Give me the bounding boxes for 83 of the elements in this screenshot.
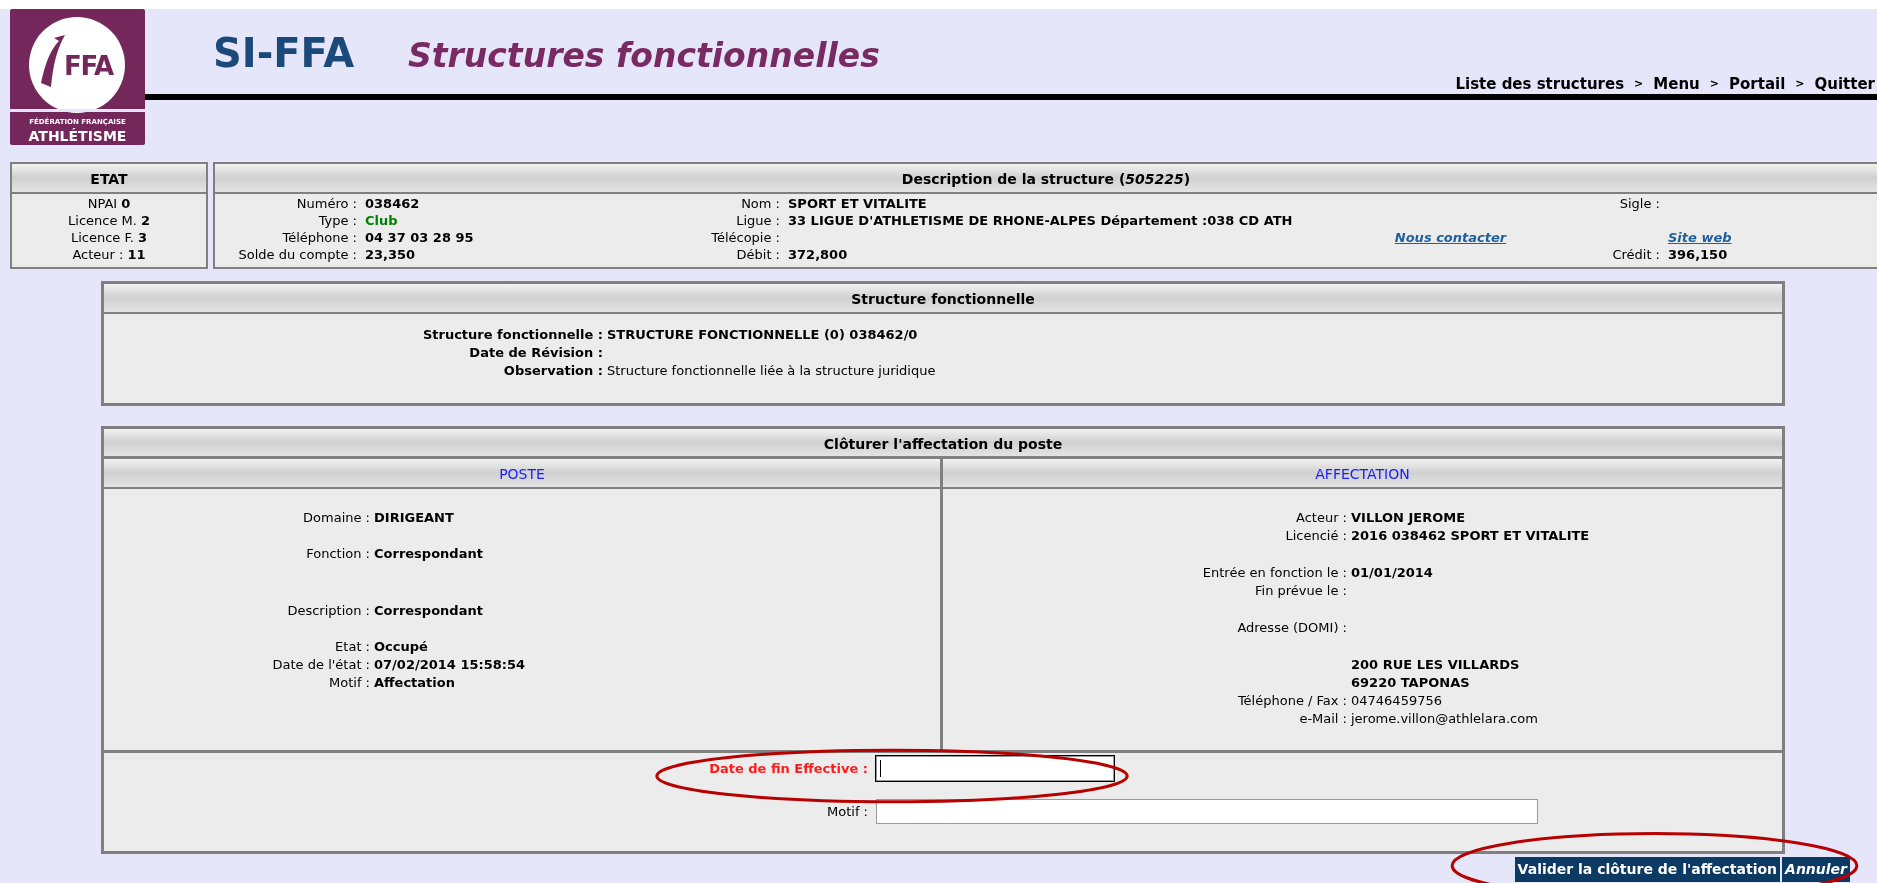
field-label: Adresse (DOMI) : (1236, 619, 1348, 637)
input-field[interactable] (876, 756, 1114, 781)
field-label: Date de l'état : (271, 656, 371, 674)
field-label: Licencié : (1284, 527, 1348, 545)
link[interactable]: Site web (1668, 230, 1732, 245)
field-value: 33 LIGUE D'ATHLETISME DE RHONE-ALPES Département :038 CD ATH (788, 212, 1294, 229)
field-value: 01/01/2014 (1351, 564, 1433, 582)
submit-button[interactable]: Valider la clôture de l'affectation (1514, 857, 1781, 882)
field-value: Correspondant (374, 545, 483, 563)
field-label: NPAI (87, 195, 118, 212)
nav-link[interactable]: Menu (1653, 73, 1700, 96)
field-value: jerome.villon@athlelara.com (1351, 710, 1538, 728)
field-label: Observation : (502, 362, 604, 380)
field-label: Domaine : (302, 509, 371, 527)
panel-header: Clôturer l'affectation du poste (104, 429, 1782, 459)
field-value: 2016 038462 SPORT ET VITALITE (1351, 527, 1590, 545)
field-value: 0 (121, 195, 131, 212)
field-value: 07/02/2014 15:58:54 (374, 656, 526, 674)
field-value: Occupé (374, 638, 428, 656)
field-label: Etat : (334, 638, 371, 656)
nav-separator: > (1634, 76, 1644, 92)
field-label: Acteur : (72, 246, 124, 263)
field-label: Nom : (740, 195, 781, 212)
app-title: SI-FFA (213, 29, 355, 78)
logo-emblem-icon (27, 15, 127, 115)
field-label: Motif : (328, 674, 371, 692)
cancel-button[interactable]: Annuler (1782, 857, 1850, 882)
field-label: Crédit : (1611, 246, 1661, 263)
link[interactable]: Nous contacter (1394, 230, 1507, 245)
logo-text: FFA (64, 50, 113, 83)
field-value: 396,150 (1668, 246, 1729, 263)
field-label: Débit : (735, 246, 781, 263)
field-value: 11 (127, 246, 146, 263)
field-label: Téléphone / Fax : (1236, 692, 1348, 710)
field-label: Ligue : (735, 212, 781, 229)
field-value: 038462 (365, 195, 421, 212)
nav-link[interactable]: Portail (1729, 73, 1786, 96)
section-header: POSTE (104, 459, 940, 489)
section-header: AFFECTATION (943, 459, 1782, 489)
nav-link[interactable]: Quitter (1814, 73, 1875, 96)
field-label: Date de fin Effective : (708, 759, 869, 778)
logo-text: ATHLÉTISME (27, 127, 128, 146)
field-value: 04 37 03 28 95 (365, 229, 475, 246)
field-label: Type : (317, 212, 358, 229)
nav-separator: > (1709, 76, 1719, 92)
field-value: 23,350 (365, 246, 417, 263)
field-value: 200 RUE LES VILLARDS (1351, 656, 1520, 674)
field-label: Fonction : (305, 545, 371, 563)
nav-separator: > (1795, 76, 1805, 92)
field-label: Structure fonctionnelle : (421, 326, 604, 344)
panel-header: Description de la structure (505225) (215, 164, 1877, 194)
field-label: Licence F. (70, 229, 134, 246)
field-label: Numéro : (295, 195, 358, 212)
field-value: 04746459756 (1351, 692, 1442, 710)
field-value: Club (365, 212, 399, 229)
field-label: Acteur : (1295, 509, 1348, 527)
field-value: Correspondant (374, 602, 483, 620)
field-value: SPORT ET VITALITE (788, 195, 928, 212)
field-label: Date de Révision : (468, 344, 604, 362)
field-label: Téléphone : (281, 229, 358, 246)
panel-header: Structure fonctionnelle (104, 284, 1782, 314)
field-value: 3 (138, 229, 148, 246)
field-label: Solde du compte : (237, 246, 358, 263)
field-label: e-Mail : (1298, 710, 1348, 728)
nav-link[interactable]: Liste des structures (1455, 73, 1625, 96)
field-label: Entrée en fonction le : (1201, 564, 1348, 582)
panel-header: ETAT (12, 164, 206, 194)
field-value: 69220 TAPONAS (1351, 674, 1470, 692)
field-label: Fin prévue le : (1254, 582, 1348, 600)
field-value: Affectation (374, 674, 455, 692)
field-value: 2 (140, 212, 150, 229)
field-label: Licence M. (68, 212, 137, 229)
field-label: Motif : (826, 802, 869, 821)
field-value: VILLON JEROME (1351, 509, 1466, 527)
field-value: STRUCTURE FONCTIONNELLE (0) 038462/0 (607, 326, 918, 344)
field-label: Description : (286, 602, 371, 620)
page-title: Structures fonctionnelles (408, 35, 880, 77)
field-label: Télécopie : (710, 229, 781, 246)
field-value: DIRIGEANT (374, 509, 454, 527)
field-label: Sigle : (1618, 195, 1661, 212)
field-value: 372,800 (788, 246, 849, 263)
field-value: Structure fonctionnelle liée à la structure juridique (607, 362, 936, 380)
input-field[interactable] (876, 799, 1538, 824)
